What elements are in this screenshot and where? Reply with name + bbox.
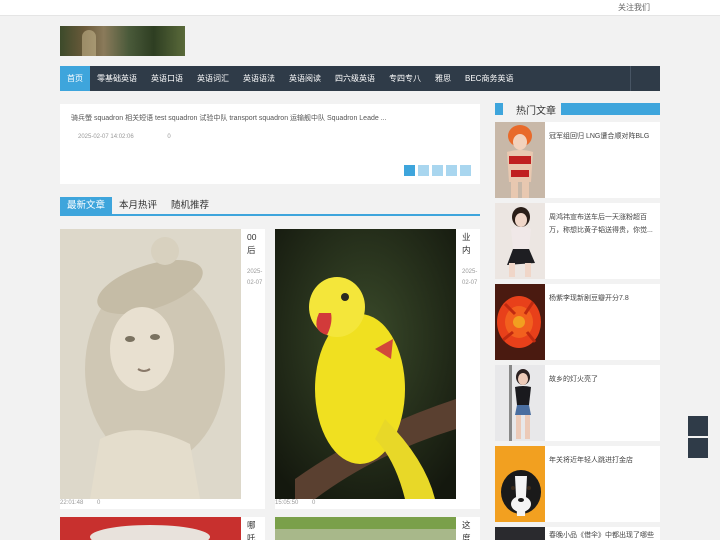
nav-item-ielts[interactable]: 雅思 xyxy=(428,66,458,91)
slider-dot[interactable] xyxy=(446,165,457,176)
article-thumbnail[interactable] xyxy=(60,517,241,540)
article-thumbnail[interactable] xyxy=(60,229,241,499)
main-nav: 首页 零基础英语 英语口语 英语词汇 英语语法 英语阅读 四六级英语 专四专八 … xyxy=(60,66,660,91)
article-title[interactable]: 业内 xyxy=(462,231,472,257)
hot-article-title[interactable]: 杨紫李现新剧豆瓣开分7.8 xyxy=(549,292,657,305)
article-title[interactable]: 这度 xyxy=(462,519,472,540)
article-card[interactable]: 这度 xyxy=(275,517,480,540)
float-button-up[interactable] xyxy=(688,416,708,436)
nav-item-grammar[interactable]: 英语语法 xyxy=(236,66,282,91)
nav-item-bec[interactable]: BEC商务英语 xyxy=(458,66,520,91)
hot-article-item[interactable]: 年关将近年轻人跳进打金店 xyxy=(495,446,660,522)
hot-article-thumbnail[interactable] xyxy=(495,527,545,540)
article-date: 2025-02-07 xyxy=(462,269,478,286)
top-bar: 关注我们 xyxy=(0,0,720,16)
hot-article-item[interactable]: 冠军组回归 LNG遭合顺对阵BLG xyxy=(495,122,660,198)
hot-article-title[interactable]: 春晚小品《借伞》中都出现了哪些 xyxy=(549,529,657,540)
article-card[interactable]: 00后 2025-02-07 22:01:48 0 xyxy=(60,229,265,509)
slider-title[interactable]: 骑兵螢 squadron 相关短语 test squadron 试验中队 tra… xyxy=(71,113,387,123)
hot-article-thumbnail[interactable] xyxy=(495,203,545,279)
slider-dot[interactable] xyxy=(460,165,471,176)
tab-latest[interactable]: 最新文章 xyxy=(60,197,113,214)
nav-item-speaking[interactable]: 英语口语 xyxy=(144,66,190,91)
nav-item-reading[interactable]: 英语阅读 xyxy=(282,66,328,91)
slider-date: 2025-02-07 14:02:06 xyxy=(78,134,134,140)
article-tabs: 最新文章 本月热评 随机推荐 xyxy=(60,197,480,216)
tab-random[interactable]: 随机推荐 xyxy=(164,197,216,214)
nav-item-beginner[interactable]: 零基础英语 xyxy=(90,66,144,91)
featured-slider: 骑兵螢 squadron 相关短语 test squadron 试验中队 tra… xyxy=(60,104,480,184)
hot-article-item[interactable]: 故乡的灯火亮了 xyxy=(495,365,660,441)
hot-article-thumbnail[interactable] xyxy=(495,365,545,441)
slider-count: 0 xyxy=(167,134,171,140)
article-thumbnail[interactable] xyxy=(275,229,456,499)
hot-article-thumbnail[interactable] xyxy=(495,284,545,360)
hot-articles-heading: 热门文章 xyxy=(495,102,660,117)
slider-dot[interactable] xyxy=(418,165,429,176)
tab-monthly-hot[interactable]: 本月热评 xyxy=(112,197,164,214)
hot-article-title[interactable]: 故乡的灯火亮了 xyxy=(549,373,657,386)
hot-article-thumbnail[interactable] xyxy=(495,446,545,522)
article-title[interactable]: 00后 xyxy=(247,231,257,257)
article-time: 15:05:50 xyxy=(275,500,299,506)
float-button-down[interactable] xyxy=(688,438,708,458)
hot-article-item[interactable]: 周鸿祎宣布送车后一天涨粉超百万，称想比黄子韬送得贵，你觉... xyxy=(495,203,660,279)
nav-item-cet[interactable]: 四六级英语 xyxy=(328,66,382,91)
follow-us-link[interactable]: 关注我们 xyxy=(618,2,650,13)
nav-item-tem[interactable]: 专四专八 xyxy=(382,66,428,91)
article-title[interactable]: 哪吒2 xyxy=(247,519,257,540)
hot-article-title[interactable]: 年关将近年轻人跳进打金店 xyxy=(549,454,657,467)
hot-articles-title: 热门文章 xyxy=(513,102,559,117)
nav-search-button[interactable] xyxy=(630,66,660,91)
slider-dot[interactable] xyxy=(404,165,415,176)
nav-item-vocabulary[interactable]: 英语词汇 xyxy=(190,66,236,91)
hot-article-title[interactable]: 冠军组回归 LNG遭合顺对阵BLG xyxy=(549,130,657,143)
nav-item-home[interactable]: 首页 xyxy=(60,66,90,91)
article-count: 0 xyxy=(97,500,101,506)
slider-dots xyxy=(404,165,471,176)
hot-article-title[interactable]: 周鸿祎宣布送车后一天涨粉超百万，称想比黄子韬送得贵，你觉... xyxy=(549,211,657,237)
article-card[interactable]: 业内 2025-02-07 15:05:50 0 xyxy=(275,229,480,509)
site-logo[interactable] xyxy=(60,26,185,56)
article-count: 0 xyxy=(312,500,316,506)
article-thumbnail[interactable] xyxy=(275,517,456,540)
slider-dot[interactable] xyxy=(432,165,443,176)
article-time: 22:01:48 xyxy=(60,500,84,506)
article-card[interactable]: 哪吒2 xyxy=(60,517,265,540)
hot-article-item[interactable]: 春晚小品《借伞》中都出现了哪些 xyxy=(495,527,660,540)
slider-meta: 2025-02-07 14:02:06 0 xyxy=(78,134,203,140)
article-date: 2025-02-07 xyxy=(247,269,263,286)
hot-article-item[interactable]: 杨紫李现新剧豆瓣开分7.8 xyxy=(495,284,660,360)
hot-article-thumbnail[interactable] xyxy=(495,122,545,198)
